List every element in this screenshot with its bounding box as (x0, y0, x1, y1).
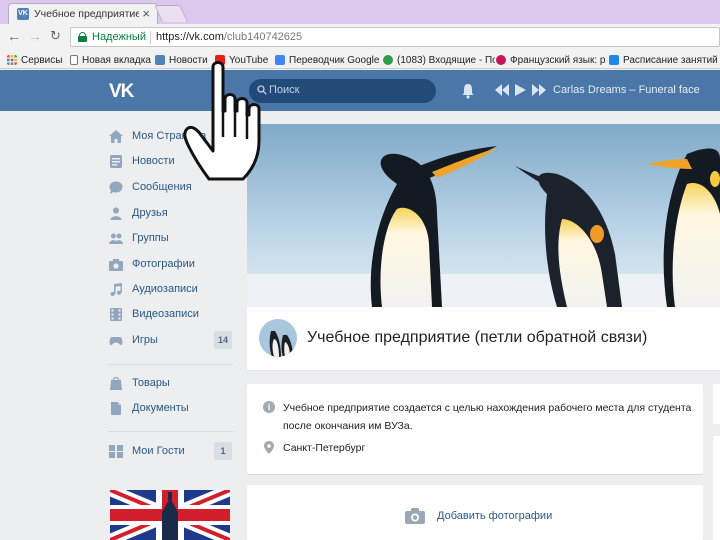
bookmark-label: Сервисы (21, 54, 63, 66)
bookmark-inbox[interactable]: (1083) Входящие - По (383, 53, 495, 67)
menu-item-friends[interactable]: Друзья (100, 203, 240, 223)
group-cover-image (247, 124, 720, 307)
browser-tab[interactable]: VK Учебное предприятие ( × (8, 3, 158, 24)
menu-item-label: Друзья (132, 207, 168, 219)
games-count-badge: 14 (214, 331, 232, 349)
bookmark-services[interactable]: Сервисы (7, 53, 62, 67)
menu-item-audio[interactable]: Аудиозаписи (100, 279, 240, 299)
group-title: Учебное предприятие (петли обратной связ… (307, 329, 648, 346)
menu-item-documents[interactable]: Документы (100, 398, 240, 418)
bookmark-new-tab[interactable]: Новая вкладка (70, 53, 151, 67)
menu-item-games[interactable]: Игры 14 (100, 330, 240, 350)
menu-item-label: Товары (132, 377, 170, 389)
tab-title: Учебное предприятие ( (34, 8, 139, 20)
url-path: /club140742625 (223, 31, 303, 43)
menu-item-label: Группы (132, 232, 169, 244)
guests-icon (109, 444, 123, 458)
bookmark-label: Французский язык: р (510, 54, 606, 66)
menu-item-label: Аудиозаписи (132, 283, 198, 295)
vk-header: VK Поиск Carlas Dreams – Funeral face (0, 70, 720, 111)
group-description: Учебное предприятие создается с целью на… (283, 402, 692, 432)
union-jack-banner-image[interactable] (110, 490, 230, 540)
menu-item-label: Документы (132, 402, 189, 414)
friend-icon (110, 207, 122, 220)
group-info-card: i Учебное предприятие создается с целью … (247, 384, 703, 474)
now-playing-track[interactable]: Carlas Dreams – Funeral face (553, 84, 700, 96)
audio-player-controls (495, 84, 546, 98)
add-photos-link[interactable]: Добавить фотографии (437, 510, 552, 522)
bell-icon[interactable] (461, 83, 475, 99)
bookmark-french[interactable]: Французский язык: р (496, 53, 606, 67)
lock-icon (78, 32, 87, 42)
goods-icon (110, 376, 122, 390)
url-text[interactable]: https://vk.com/club140742625 (156, 31, 302, 43)
bookmark-label: (1083) Входящие - По (397, 54, 495, 66)
menu-item-label: Новости (132, 155, 175, 167)
bookmark-label: Переводчик Google (289, 54, 380, 66)
camera-icon (405, 508, 425, 524)
bookmark-google-translate[interactable]: Переводчик Google (275, 53, 379, 67)
group-city[interactable]: Санкт-Петербург (283, 442, 365, 454)
news-icon (110, 154, 122, 168)
menu-divider (108, 431, 233, 432)
video-icon (110, 307, 122, 321)
menu-item-groups[interactable]: Группы (100, 228, 240, 248)
bookmarks-bar: Сервисы Новая вкладка Новости YouTube Пе… (0, 50, 720, 69)
address-bar[interactable]: Надежный https://vk.com/club140742625 (70, 27, 720, 47)
group-avatar[interactable] (259, 319, 297, 357)
menu-item-goods[interactable]: Товары (100, 373, 240, 393)
groups-icon (109, 233, 123, 244)
next-track-icon[interactable] (532, 84, 546, 96)
mail-icon (383, 55, 393, 65)
games-icon (109, 336, 123, 345)
music-icon (110, 282, 122, 296)
bookmark-label: Расписание занятий (623, 54, 718, 66)
messages-icon (109, 181, 123, 194)
guests-count-badge: 1 (214, 442, 232, 460)
home-icon (109, 129, 123, 143)
menu-item-label: Видеозаписи (132, 308, 199, 320)
right-column-card (713, 436, 720, 540)
previous-track-icon[interactable] (495, 84, 509, 96)
bookmark-label: Новая вкладка (82, 54, 151, 66)
documents-icon (111, 401, 121, 415)
browser-tab-bar: VK Учебное предприятие ( × (0, 0, 720, 24)
url-divider (150, 31, 151, 44)
reload-icon[interactable]: ↻ (50, 28, 61, 44)
menu-item-label: Игры (132, 334, 158, 346)
secure-label: Надежный (92, 31, 146, 43)
group-header: Учебное предприятие (петли обратной связ… (247, 307, 720, 371)
vk-logo[interactable]: VK (109, 81, 134, 103)
page-icon (70, 55, 78, 65)
menu-item-label: Сообщения (132, 181, 192, 193)
photos-card: Добавить фотографии (247, 485, 703, 540)
url-host: https://vk.com (156, 31, 224, 43)
tab-close-icon[interactable]: × (142, 6, 150, 21)
vk-favicon-icon: VK (17, 8, 29, 20)
flower-icon (496, 55, 506, 65)
info-icon: i (263, 401, 275, 413)
camera-icon (109, 258, 123, 271)
menu-item-label: Фотографии (132, 258, 195, 270)
menu-item-photos[interactable]: Фотографии (100, 254, 240, 274)
vk-icon (155, 55, 165, 65)
bookmark-schedule[interactable]: Расписание занятий (609, 53, 720, 67)
hand-pointer-cursor-icon (183, 61, 261, 181)
schedule-icon (609, 55, 619, 65)
location-pin-icon (264, 441, 274, 454)
play-icon[interactable] (515, 84, 526, 96)
menu-item-label: Мои Гости (132, 445, 185, 457)
menu-item-video[interactable]: Видеозаписи (100, 304, 240, 324)
menu-item-my-guests[interactable]: Мои Гости 1 (100, 441, 240, 461)
browser-toolbar: ← → ↻ Надежный https://vk.com/club140742… (0, 24, 720, 50)
apps-grid-icon (7, 55, 17, 65)
back-arrow-icon[interactable]: ← (7, 28, 21, 44)
menu-divider (108, 364, 233, 365)
forward-arrow-icon[interactable]: → (28, 28, 42, 44)
right-column-card (713, 384, 720, 424)
new-tab-button[interactable] (154, 5, 188, 22)
